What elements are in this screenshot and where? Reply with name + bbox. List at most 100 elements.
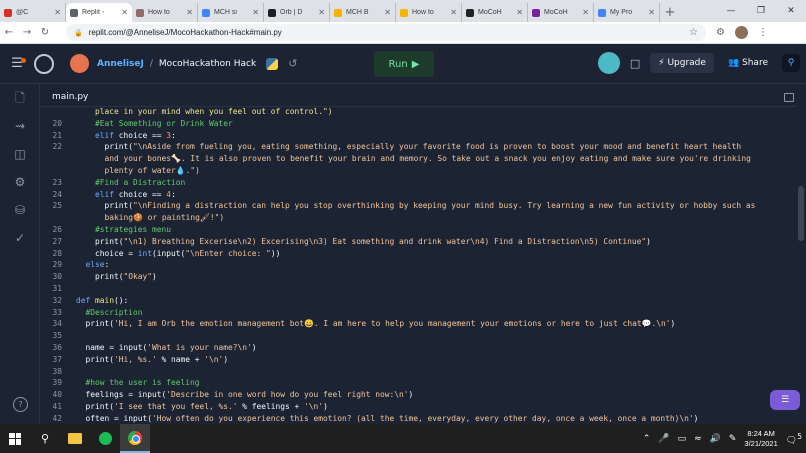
history-icon[interactable]: ↺ — [288, 57, 297, 70]
spotify-button[interactable] — [90, 424, 120, 453]
browser-tab[interactable]: How to ✕ — [396, 3, 462, 22]
browser-tab[interactable]: Orb | D ✕ — [264, 3, 330, 22]
code-line[interactable]: 25 print("\nFinding a distraction can he… — [40, 200, 806, 212]
files-icon[interactable]: 🗋 — [0, 84, 40, 112]
file-tab-main-py[interactable]: main.py — [52, 92, 88, 102]
code-line[interactable]: 31 — [40, 283, 806, 295]
version-control-icon[interactable]: ⇝ — [0, 112, 40, 140]
line-number: 37 — [52, 354, 62, 364]
chat-icon[interactable]: □ — [630, 57, 640, 70]
forward-icon[interactable]: → — [18, 27, 36, 38]
chrome-button[interactable] — [120, 424, 150, 453]
username-link[interactable]: AnneliseJ — [97, 59, 144, 69]
user-avatar[interactable] — [70, 54, 89, 73]
battery-icon[interactable]: ▭ — [678, 434, 687, 444]
new-tab-icon[interactable]: + — [660, 3, 680, 22]
tab-close-icon[interactable]: ✕ — [450, 8, 457, 17]
tab-close-icon[interactable]: ✕ — [384, 8, 391, 17]
tab-close-icon[interactable]: ✕ — [252, 8, 259, 17]
browser-tab[interactable]: MCH si ✕ — [198, 3, 264, 22]
code-line[interactable]: 21 elif choice == 3: — [40, 130, 806, 142]
pen-icon[interactable]: ✎ — [729, 434, 737, 444]
profile-avatar[interactable] — [734, 26, 748, 39]
code-line[interactable]: place in your mind when you feel out of … — [40, 106, 806, 118]
code-line[interactable]: 20 #Eat Something or Drink Water — [40, 118, 806, 130]
code-line[interactable]: 26 #strategies menu — [40, 224, 806, 236]
tab-close-icon[interactable]: ✕ — [582, 8, 589, 17]
back-icon[interactable]: ← — [0, 27, 18, 38]
code-line[interactable]: 34 print('Hi, I am Orb the emotion manag… — [40, 318, 806, 330]
tab-close-icon[interactable]: ✕ — [318, 8, 325, 17]
code-line[interactable]: 37 print('Hi, %s.' % name + '\n') — [40, 354, 806, 366]
code-line[interactable]: 29 else: — [40, 259, 806, 271]
clock[interactable]: 8:24 AM 3/21/2021 — [744, 429, 777, 449]
browser-tab[interactable]: MoCoH ✕ — [462, 3, 528, 22]
code-line[interactable]: 41 print('I see that you feel, %s.' % fe… — [40, 401, 806, 413]
taskbar-search-icon[interactable]: ⚲ — [30, 424, 60, 453]
multiplayer-avatar[interactable] — [597, 52, 620, 74]
tab-close-icon[interactable]: ✕ — [516, 8, 523, 17]
code-line[interactable]: 39 #how the user is feeling — [40, 377, 806, 389]
database-icon[interactable]: ⛁ — [0, 196, 40, 224]
extensions-icon[interactable]: ⚙ — [716, 27, 725, 38]
browser-tab[interactable]: How to ✕ — [132, 3, 198, 22]
code-line[interactable]: 36 name = input('What is your name?\n') — [40, 342, 806, 354]
scrollbar-thumb[interactable] — [798, 186, 804, 241]
code-line[interactable]: 30 print("Okay") — [40, 271, 806, 283]
browser-tab[interactable]: Replit - ✕ — [66, 3, 132, 22]
microphone-icon[interactable]: 🎤 — [658, 434, 669, 444]
editor-options-icon[interactable] — [784, 93, 794, 102]
feedback-chat-button[interactable]: ☰ — [770, 390, 800, 410]
code-line[interactable]: 38 — [40, 366, 806, 378]
browser-tab[interactable]: My Pro ✕ — [594, 3, 660, 22]
packages-icon[interactable]: ◫ — [0, 140, 40, 168]
wifi-icon[interactable]: ≈ — [694, 434, 702, 444]
reload-icon[interactable]: ↻ — [36, 27, 54, 38]
code-line[interactable]: 32 def main(): — [40, 295, 806, 307]
line-number: 30 — [52, 272, 62, 282]
show-hidden-icons-icon[interactable]: ⌃ — [643, 434, 651, 444]
tab-close-icon[interactable]: ✕ — [648, 8, 655, 17]
upgrade-button[interactable]: ⚡ Upgrade — [650, 53, 714, 73]
code-line[interactable]: 35 — [40, 330, 806, 342]
browser-tab[interactable]: MCH B ✕ — [330, 3, 396, 22]
tab-close-icon[interactable]: ✕ — [54, 8, 61, 17]
browser-menu-icon[interactable]: ⋮ — [758, 27, 768, 38]
project-name[interactable]: MocoHackathon Hack — [159, 59, 256, 69]
menu-icon[interactable]: ☰ — [4, 56, 30, 71]
code-line[interactable]: 42 often = input('How often do you exper… — [40, 413, 806, 424]
code-line[interactable]: 40 feelings = input('Describe in one wor… — [40, 389, 806, 401]
tab-close-icon[interactable]: ✕ — [186, 8, 193, 17]
run-button[interactable]: Run ▶ — [374, 51, 434, 77]
file-explorer-button[interactable] — [60, 424, 90, 453]
code-line[interactable]: and your bones🦴. It is also proven to be… — [40, 153, 806, 165]
code-area[interactable]: place in your mind when you feel out of … — [40, 106, 806, 424]
code-line[interactable]: 24 elif choice == 4: — [40, 189, 806, 201]
search-icon[interactable]: ⚲ — [782, 54, 800, 72]
volume-icon[interactable]: 🔊 — [710, 434, 721, 444]
code-line[interactable]: 33 #Description — [40, 307, 806, 319]
unit-tests-check-icon[interactable]: ✓ — [0, 224, 40, 252]
close-window-icon[interactable]: ✕ — [776, 0, 806, 22]
url-field[interactable]: 🔒 replit.com/@AnneliseJ/MocoHackathon-Ha… — [66, 24, 706, 41]
code-line[interactable]: 28 choice = int(input("\nEnter choice: "… — [40, 248, 806, 260]
code-line[interactable]: plenty of water💧.") — [40, 165, 806, 177]
notifications-icon[interactable]: 🗨5 — [786, 432, 802, 446]
settings-gear-icon[interactable]: ⚙ — [0, 168, 40, 196]
share-button[interactable]: 👥 Share — [724, 53, 772, 73]
line-number: 34 — [52, 319, 62, 329]
code-line[interactable]: baking🍪 or painting🖌!") — [40, 212, 806, 224]
maximize-icon[interactable]: ❐ — [746, 0, 776, 22]
code-line[interactable]: 23 #Find a Distraction — [40, 177, 806, 189]
browser-tab[interactable]: @C ✕ — [0, 3, 66, 22]
replit-logo-icon[interactable] — [34, 53, 54, 74]
bookmark-star-icon[interactable]: ☆ — [689, 27, 698, 38]
minimize-icon[interactable]: — — [716, 0, 746, 22]
start-button[interactable] — [0, 424, 30, 453]
tab-close-icon[interactable]: ✕ — [121, 8, 128, 17]
code-line[interactable]: 27 print("\n1) Breathing Excerise\n2) Ex… — [40, 236, 806, 248]
editor-scrollbar[interactable] — [796, 106, 806, 424]
code-line[interactable]: 22 print("\nAside from fueling you, eati… — [40, 141, 806, 153]
help-icon[interactable]: ? — [13, 397, 28, 412]
browser-tab[interactable]: MoCoH ✕ — [528, 3, 594, 22]
